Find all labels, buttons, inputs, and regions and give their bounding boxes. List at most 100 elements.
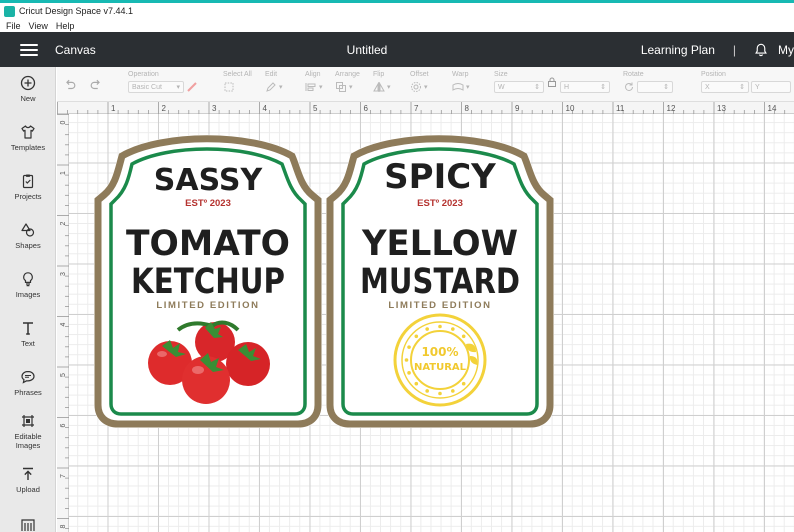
menu-bar: File View Help xyxy=(0,19,794,32)
ruler-top-number: 8 xyxy=(465,104,470,113)
sidebar-item-text[interactable]: Text xyxy=(0,320,56,348)
menu-view[interactable]: View xyxy=(29,21,48,31)
warp-label: Warp xyxy=(452,71,469,78)
sidebar-item-upload[interactable]: Upload xyxy=(0,466,56,494)
chevron-down-icon: ▾ xyxy=(387,84,391,91)
y-input[interactable]: Y xyxy=(751,81,791,93)
shapes-icon xyxy=(21,223,35,237)
operation-label: Operation xyxy=(128,71,159,78)
x-label: X xyxy=(705,83,710,91)
ruler-left-number: 7 xyxy=(60,474,67,478)
ketchup-edition: LIMITED EDITION xyxy=(156,300,259,311)
ruler-left-number: 2 xyxy=(60,221,67,225)
canvas-artwork: SASSY ESTº 2023 TOMATO KETCHUP LIMITED E… xyxy=(94,134,554,428)
sidebar-item-templates[interactable]: Templates xyxy=(0,124,56,152)
select-all-icon xyxy=(224,82,234,92)
width-input[interactable]: W ⇕ xyxy=(494,81,544,93)
chevron-down-icon: ▾ xyxy=(424,84,428,91)
shirt-icon xyxy=(21,125,35,139)
app-icon xyxy=(4,5,15,17)
clipboard-icon xyxy=(22,174,34,189)
menu-help[interactable]: Help xyxy=(56,21,75,31)
y-label: Y xyxy=(755,83,760,91)
sidebar-item-shapes[interactable]: Shapes xyxy=(0,222,56,250)
operation-select[interactable]: Basic Cut ▾ xyxy=(128,81,184,93)
arrange-control[interactable]: Arrange ▾ xyxy=(335,71,360,94)
offset-label: Offset xyxy=(410,71,429,78)
mustard-line1: YELLOW xyxy=(361,224,518,264)
seal-star xyxy=(425,327,429,331)
edit-pencil-icon xyxy=(266,82,276,92)
sidebar-item-label: Upload xyxy=(16,485,40,494)
window-titlebar: Cricut Design Space v7.44.1 xyxy=(0,0,794,19)
height-label: H xyxy=(564,83,570,91)
operation-control[interactable]: Operation Basic Cut ▾ xyxy=(128,71,198,94)
ruler-left-number: 3 xyxy=(60,272,67,276)
seal-star xyxy=(414,381,419,386)
speech-bubble-icon xyxy=(21,370,35,384)
x-input[interactable]: X ⇕ xyxy=(701,81,749,93)
ruler-top-number: 7 xyxy=(414,104,419,113)
bell-icon[interactable] xyxy=(754,43,768,57)
chevron-down-icon: ▾ xyxy=(319,84,323,91)
mustard-edition: LIMITED EDITION xyxy=(388,300,491,311)
sidebar-item-phrases[interactable]: Phrases xyxy=(0,369,56,397)
ruler-top-number: 1 xyxy=(111,104,116,113)
position-label: Position xyxy=(701,71,726,78)
mustard-label[interactable]: SPICY ESTº 2023 YELLOW MUSTARD LIMITED E… xyxy=(326,134,554,428)
hamburger-menu-icon[interactable] xyxy=(20,43,38,56)
height-input[interactable]: H ⇕ xyxy=(560,81,610,93)
pen-color-icon[interactable] xyxy=(186,81,198,93)
lock-icon[interactable] xyxy=(546,76,558,88)
redo-button[interactable] xyxy=(89,78,103,94)
design-canvas[interactable]: SASSY ESTº 2023 TOMATO KETCHUP LIMITED E… xyxy=(69,114,794,532)
redo-icon xyxy=(90,79,100,90)
ruler-left-number: 4 xyxy=(60,322,67,326)
select-all-control[interactable]: Select All xyxy=(223,71,252,94)
seal-star xyxy=(414,334,419,339)
ruler-top-number: 9 xyxy=(515,104,520,113)
text-icon xyxy=(23,322,33,335)
ruler-left-number: 0 xyxy=(60,120,67,124)
chevron-down-icon: ▾ xyxy=(176,84,180,91)
plus-circle-icon xyxy=(20,75,36,91)
account-menu[interactable]: My xyxy=(778,43,794,57)
ketchup-label[interactable]: SASSY ESTº 2023 TOMATO KETCHUP LIMITED E… xyxy=(94,134,322,428)
document-title[interactable]: Untitled xyxy=(347,43,388,57)
ruler-top: 1 2 3 4 5 6 7 8 9 10 11 12 13 14 xyxy=(57,102,794,114)
align-control[interactable]: Align ▾ xyxy=(305,71,323,94)
operation-value: Basic Cut xyxy=(132,83,162,91)
sidebar-item-images[interactable]: Images xyxy=(0,271,56,299)
edit-control[interactable]: Edit ▾ xyxy=(265,71,283,94)
flip-control[interactable]: Flip ▾ xyxy=(373,71,391,94)
seal-star xyxy=(461,381,466,386)
rotate-input[interactable]: ⇕ xyxy=(637,81,673,93)
seal-star xyxy=(461,334,466,339)
rotate-label: Rotate xyxy=(623,71,644,78)
ruler-top-number: 14 xyxy=(768,104,777,113)
align-label: Align xyxy=(305,71,321,78)
mustard-top-word: SPICY xyxy=(384,157,496,197)
learning-plan-link[interactable]: Learning Plan xyxy=(641,43,715,57)
seal-star xyxy=(438,324,442,329)
undo-button[interactable] xyxy=(63,78,77,94)
flip-icon xyxy=(373,82,385,92)
warp-icon xyxy=(452,83,464,91)
ketchup-est: ESTº 2023 xyxy=(185,198,231,209)
ruler-top-number: 11 xyxy=(616,104,625,113)
menu-file[interactable]: File xyxy=(6,21,21,31)
width-label: W xyxy=(498,83,505,91)
ruler-left: 0 1 2 3 4 5 6 7 8 xyxy=(57,114,69,532)
sidebar-item-new[interactable]: New xyxy=(0,75,56,103)
stepper-icon: ⇕ xyxy=(600,84,606,91)
warp-control[interactable]: Warp ▾ xyxy=(452,71,470,94)
offset-icon xyxy=(411,82,421,92)
offset-control[interactable]: Offset ▾ xyxy=(410,71,429,94)
canvas-label: Canvas xyxy=(55,42,96,57)
sidebar-item-label: Editable Images xyxy=(14,432,42,450)
sidebar-item-editable-images[interactable]: Editable Images xyxy=(0,413,56,450)
monogram-icon[interactable] xyxy=(20,517,36,532)
ruler-left-number: 6 xyxy=(60,423,67,427)
sidebar-item-projects[interactable]: Projects xyxy=(0,173,56,201)
chevron-down-icon: ▾ xyxy=(349,84,353,91)
